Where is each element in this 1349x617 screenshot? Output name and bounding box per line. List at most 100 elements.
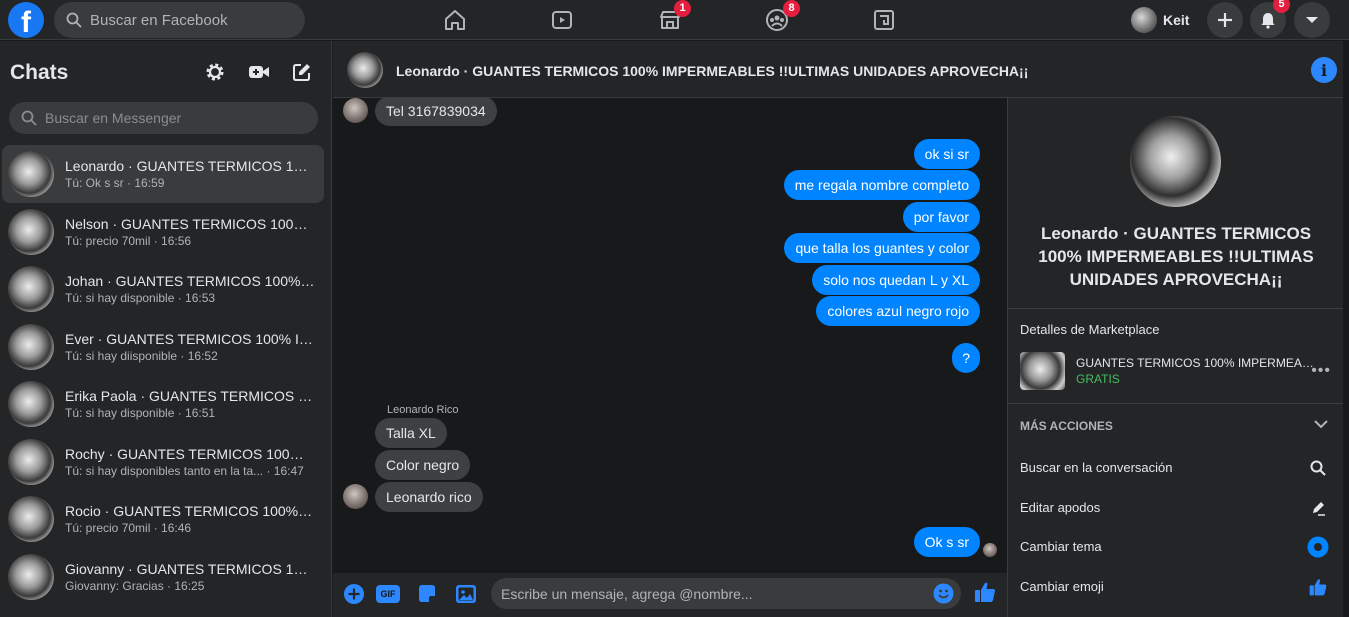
- avatar: [1131, 7, 1157, 33]
- divider: [1008, 308, 1344, 309]
- outgoing-message[interactable]: me regala nombre completo: [783, 170, 980, 200]
- outgoing-message[interactable]: ?: [952, 343, 980, 373]
- plus-icon: [1218, 13, 1232, 27]
- gif-button[interactable]: GIF: [376, 582, 400, 606]
- nav-watch-button[interactable]: [542, 4, 582, 36]
- conversation-item[interactable]: Giovanny · GUANTES TERMICOS 100% IMPERME…: [2, 548, 324, 606]
- edit-nicknames-action[interactable]: Editar apodos: [1008, 490, 1344, 526]
- avatar: [8, 266, 54, 312]
- chats-title: Chats: [10, 61, 69, 84]
- plus-circle-icon: [344, 584, 364, 604]
- notifications-button[interactable]: 5: [1250, 0, 1290, 38]
- search-icon: [66, 12, 82, 28]
- notifications-badge: 5: [1273, 0, 1290, 13]
- chat-title[interactable]: Leonardo · GUANTES TERMICOS 100% IMPERME…: [396, 63, 1028, 79]
- message-input[interactable]: Escribe un mensaje, agrega @nombre...: [491, 578, 961, 609]
- conversation-item[interactable]: Rocio · GUANTES TERMICOS 100% IMPERMEABL…: [2, 490, 324, 548]
- outgoing-message[interactable]: ok si sr: [913, 139, 980, 169]
- bell-icon: [1261, 13, 1275, 29]
- avatar: [8, 496, 54, 542]
- facebook-logo-icon[interactable]: f: [8, 2, 44, 38]
- sticker-button[interactable]: [415, 582, 439, 606]
- message-composer: GIF Escribe un mensaje, agrega @nombre..…: [333, 573, 1007, 617]
- theme-icon: [1306, 535, 1330, 559]
- incoming-message[interactable]: Talla XL: [375, 418, 447, 448]
- conversation-info-button[interactable]: i: [1311, 57, 1337, 83]
- outgoing-message[interactable]: colores azul negro rojo: [816, 296, 980, 326]
- chat-settings-button[interactable]: [200, 57, 230, 87]
- window-edge: [1343, 41, 1349, 617]
- avatar: [343, 484, 368, 509]
- conversation-name: Leonardo · GUANTES TERMICOS 100% IMPERME…: [65, 158, 315, 174]
- marketplace-badge: 1: [674, 0, 691, 17]
- item-thumbnail: [1020, 352, 1065, 390]
- account-menu-button[interactable]: [1294, 2, 1330, 38]
- new-message-button[interactable]: [287, 57, 317, 87]
- change-emoji-action[interactable]: Cambiar emoji: [1008, 569, 1344, 605]
- conversation-name: Nelson · GUANTES TERMICOS 100% IMPERMEAB…: [65, 215, 315, 232]
- nav-marketplace-button[interactable]: 1: [650, 0, 691, 36]
- avatar[interactable]: [347, 52, 383, 88]
- avatar: [8, 438, 54, 485]
- outgoing-message[interactable]: solo nos quedan L y XL: [812, 265, 980, 295]
- change-theme-action[interactable]: Cambiar tema: [1008, 529, 1344, 565]
- more-options-icon[interactable]: •••: [1311, 362, 1331, 380]
- outgoing-message[interactable]: por favor: [902, 202, 980, 232]
- create-button[interactable]: [1207, 2, 1243, 38]
- conversation-item[interactable]: Nelson · GUANTES TERMICOS 100% IMPERMEAB…: [2, 203, 324, 261]
- nav-groups-button[interactable]: 8: [757, 0, 800, 36]
- like-send-button[interactable]: [973, 580, 997, 604]
- image-icon: [456, 585, 476, 603]
- more-actions-heading[interactable]: MÁS ACCIONES: [1020, 419, 1113, 433]
- outgoing-message[interactable]: Ok s sr: [913, 527, 980, 557]
- outgoing-message[interactable]: que talla los guantes y color: [784, 233, 980, 263]
- compose-icon: [293, 64, 310, 81]
- incoming-message[interactable]: Color negro: [375, 450, 471, 480]
- search-in-conversation-action[interactable]: Buscar en la conversación: [1008, 450, 1344, 486]
- avatar: [8, 323, 54, 370]
- emoji-icon[interactable]: [933, 583, 954, 604]
- chevron-down-icon[interactable]: [1313, 418, 1329, 430]
- incoming-message[interactable]: Tel 3167839034: [375, 98, 497, 126]
- divider: [1008, 403, 1344, 404]
- facebook-search-placeholder: Buscar en Facebook: [90, 11, 228, 29]
- nav-home-button[interactable]: [435, 4, 475, 36]
- facebook-search-field[interactable]: Buscar en Facebook: [54, 2, 305, 38]
- conversation-item[interactable]: Erika Paola · GUANTES TERMICOS 100% IMPE…: [2, 375, 324, 433]
- conversation-preview: Tú: si hay disponible · 16:53: [65, 291, 216, 305]
- thumbs-up-icon: [975, 582, 995, 602]
- action-label: Buscar en la conversación: [1020, 460, 1173, 475]
- photo-button[interactable]: [454, 582, 478, 606]
- incoming-message[interactable]: Leonardo rico: [375, 482, 483, 512]
- chats-sidebar: Chats Buscar en Messenger Leonardo · GUA…: [0, 41, 332, 617]
- sender-name: Leonardo Rico: [387, 404, 459, 416]
- conversation-name: Johan · GUANTES TERMICOS 100% IMPERMEABL…: [65, 273, 315, 289]
- search-icon: [1306, 456, 1330, 480]
- conversation-item[interactable]: Rochy · GUANTES TERMICOS 100% IMPERMEABL…: [2, 433, 324, 491]
- gear-icon: [206, 63, 224, 81]
- conversation-preview: Tú: precio 70mil · 16:56: [65, 233, 192, 248]
- avatar: [8, 151, 54, 197]
- avatar: [8, 553, 54, 600]
- profile-button[interactable]: Keit: [1131, 4, 1189, 36]
- conversation-item[interactable]: Ever · GUANTES TERMICOS 100% IMPERMEABLE…: [2, 318, 324, 376]
- conversation-name: Ever · GUANTES TERMICOS 100% IMPERMEABLE…: [65, 330, 315, 347]
- top-navigation-bar: f Buscar en Facebook 1 8 Keit 5: [0, 0, 1349, 40]
- chat-header: Leonardo · GUANTES TERMICOS 100% IMPERME…: [333, 41, 1343, 98]
- info-icon: i: [1320, 60, 1328, 80]
- avatar: [8, 381, 54, 427]
- conversation-preview: Tú: si hay disponibles tanto en la ta...…: [65, 463, 304, 478]
- conversation-item[interactable]: Leonardo · GUANTES TERMICOS 100% IMPERME…: [2, 145, 324, 203]
- action-label: Cambiar tema: [1020, 539, 1102, 554]
- messenger-search-input[interactable]: Buscar en Messenger: [9, 102, 318, 134]
- video-plus-icon: [249, 66, 269, 78]
- new-room-button[interactable]: [244, 57, 274, 87]
- action-label: Cambiar emoji: [1020, 579, 1104, 594]
- conversation-item[interactable]: Johan · GUANTES TERMICOS 100% IMPERMEABL…: [2, 260, 324, 318]
- conversation-preview: Tú: si hay disponible · 16:51: [65, 406, 216, 420]
- groups-badge: 8: [783, 0, 800, 17]
- caret-down-icon: [1306, 17, 1318, 23]
- conversation-name: Giovanny · GUANTES TERMICOS 100% IMPERME…: [65, 560, 315, 577]
- more-actions-button[interactable]: [342, 582, 366, 606]
- nav-gaming-button[interactable]: [864, 4, 904, 36]
